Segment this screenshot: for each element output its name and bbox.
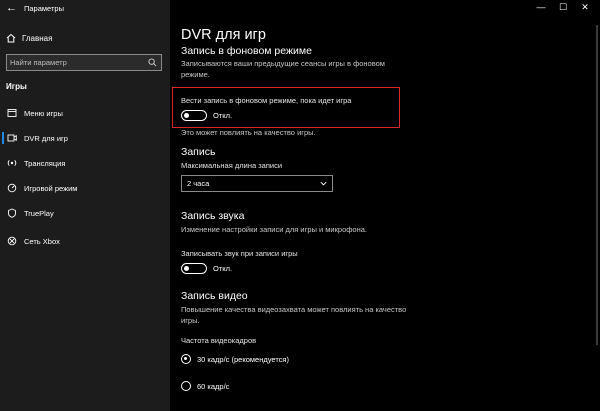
audio-heading: Запись звука (181, 210, 245, 222)
sidebar-item-game-menu[interactable]: Меню игры (0, 102, 170, 124)
fps-label: Частота видеокадров (181, 336, 257, 345)
sidebar-item-broadcast[interactable]: Трансляция (0, 152, 170, 174)
highlight-frame (172, 87, 400, 128)
minimize-button[interactable]: — (530, 2, 552, 13)
scrollbar[interactable] (596, 25, 598, 345)
toggle-state-label: Откл. (213, 264, 233, 273)
page-title: DVR для игр (181, 27, 266, 43)
radio-button[interactable] (181, 354, 191, 364)
radio-label: 30 кадр/с (рекомендуется) (197, 354, 289, 364)
video-description-line2: игры. (181, 316, 200, 325)
search-input[interactable] (10, 56, 140, 69)
sidebar-item-label: Трансляция (24, 158, 66, 168)
background-toggle-label: Вести запись в фоновом режиме, пока идет… (181, 96, 352, 105)
toggle-switch[interactable] (181, 263, 207, 274)
toggle-switch[interactable] (181, 110, 207, 121)
audio-toggle[interactable]: Откл. (181, 263, 232, 274)
background-recording-heading: Запись в фоновом режиме (181, 45, 312, 57)
sidebar-item-label: Сеть Xbox (24, 236, 60, 246)
maximize-button[interactable]: ☐ (552, 2, 574, 13)
fps-option-60[interactable]: 60 кадр/с (181, 381, 229, 391)
sidebar-section-title: Игры (6, 82, 27, 91)
trueplay-icon (8, 208, 16, 218)
home-icon (6, 33, 16, 43)
broadcast-icon (7, 159, 17, 167)
max-length-dropdown[interactable]: 2 часа (181, 175, 333, 192)
home-link[interactable]: Главная (6, 33, 52, 43)
sidebar-item-label: Игровой режим (24, 183, 78, 193)
record-heading: Запись (181, 146, 216, 158)
window-title: Параметры (24, 4, 64, 13)
sidebar: Главная Игры Меню игры DVR для игр Транс… (0, 0, 170, 411)
background-description-line1: Записываются ваши предыдущие сеансы игры… (181, 59, 385, 68)
sidebar-item-trueplay[interactable]: TruePlay (0, 202, 170, 224)
video-heading: Запись видео (181, 290, 248, 302)
search-box[interactable] (6, 54, 162, 71)
background-note: Это может повлиять на качество игры. (181, 128, 316, 137)
radio-label: 60 кадр/с (197, 381, 230, 391)
sidebar-item-label: TruePlay (24, 208, 54, 218)
sidebar-item-label: DVR для игр (24, 133, 68, 143)
sidebar-item-label: Меню игры (24, 108, 63, 118)
dvr-icon (7, 134, 17, 142)
background-description-line2: режиме. (181, 70, 210, 79)
back-arrow-icon[interactable]: ← (6, 2, 17, 14)
game-menu-icon (7, 109, 17, 117)
title-bar: ← Параметры — ☐ ✕ (0, 0, 600, 18)
background-toggle[interactable]: Откл. (181, 110, 232, 121)
video-description-line1: Повышение качества видеозахвата может по… (181, 305, 407, 314)
search-icon[interactable] (148, 58, 157, 67)
audio-description: Изменение настройки записи для игры и ми… (181, 225, 367, 234)
close-button[interactable]: ✕ (574, 2, 596, 13)
toggle-state-label: Откл. (213, 111, 233, 120)
fps-option-30[interactable]: 30 кадр/с (рекомендуется) (181, 354, 289, 364)
home-label: Главная (22, 33, 53, 43)
max-length-label: Максимальная длина записи (181, 161, 283, 170)
max-length-value: 2 часа (187, 179, 210, 188)
xbox-icon (7, 236, 17, 246)
sidebar-item-game-mode[interactable]: Игровой режим (0, 177, 170, 199)
radio-button[interactable] (181, 381, 191, 391)
audio-toggle-label: Записывать звук при записи игры (181, 249, 298, 258)
sidebar-item-xbox[interactable]: Сеть Xbox (0, 230, 170, 252)
chevron-down-icon (320, 181, 327, 186)
game-mode-icon (7, 183, 17, 193)
sidebar-item-dvr[interactable]: DVR для игр (0, 127, 170, 149)
